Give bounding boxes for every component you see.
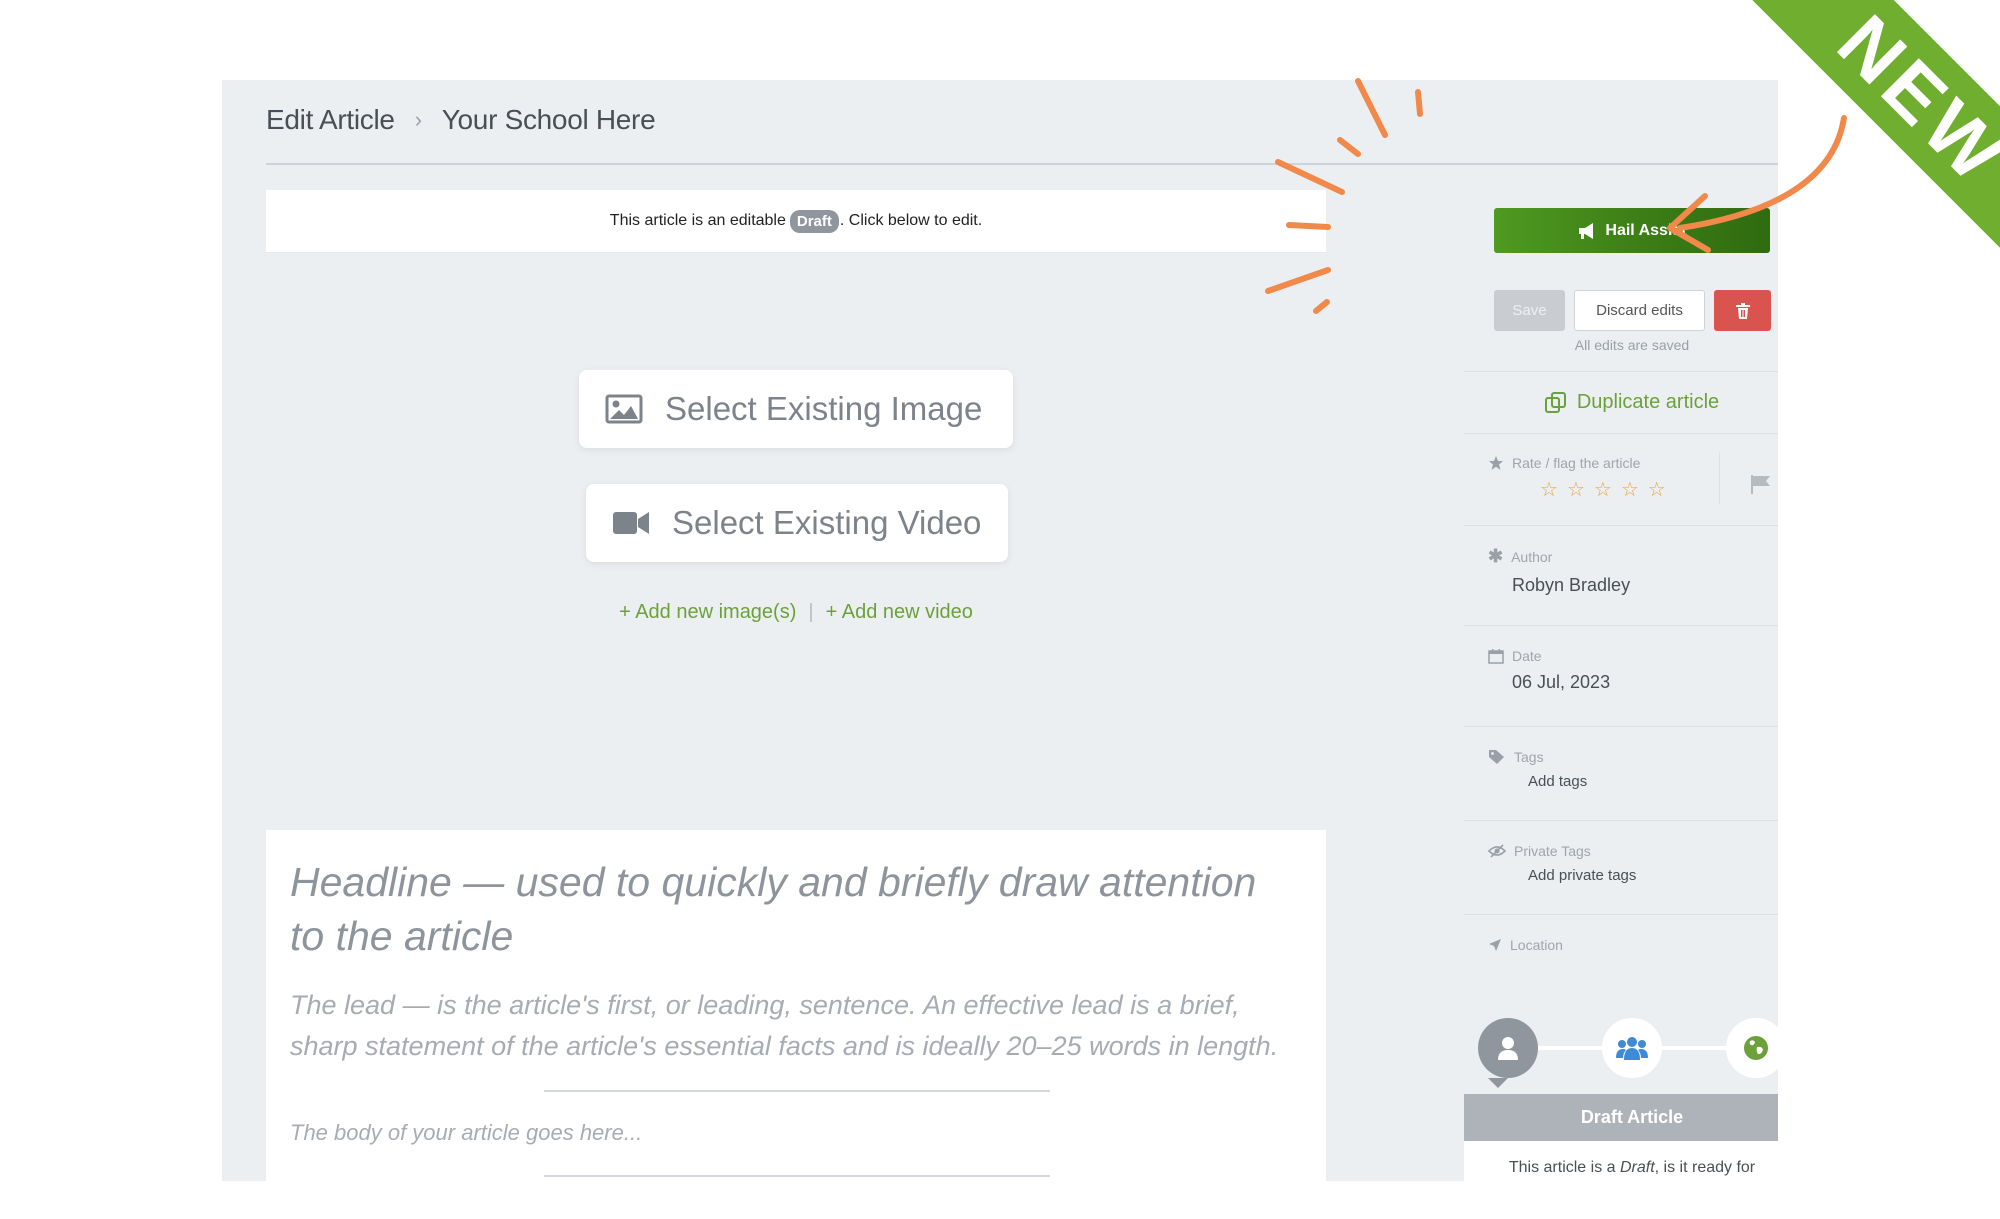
tags-section: Tags Add tags [1464, 726, 1778, 820]
rate-label: Rate / flag the article [1488, 455, 1778, 471]
screenshot-stage: Edit Article › Your School Here This art… [0, 0, 2000, 1219]
body-field[interactable]: The body of your article goes here... [290, 1120, 642, 1146]
private-tags-section: Private Tags Add private tags [1464, 820, 1778, 914]
asterisk-icon: ✱ [1488, 546, 1504, 566]
add-tags-link[interactable]: Add tags [1528, 773, 1778, 790]
author-section: ✱ Author Robyn Bradley [1464, 525, 1778, 625]
duplicate-article-button[interactable]: Duplicate article [1464, 371, 1778, 433]
date-section: Date 06 Jul, 2023 [1464, 625, 1778, 726]
author-label-text: Author [1511, 548, 1553, 565]
private-tags-label-text: Private Tags [1514, 843, 1591, 859]
star-2[interactable]: ☆ [1567, 477, 1585, 502]
select-existing-image-button[interactable]: Select Existing Image [579, 370, 1013, 448]
star-4[interactable]: ☆ [1621, 477, 1639, 502]
workflow-description: This article is a Draft, is it ready for [1464, 1141, 1778, 1181]
rate-flag-section: Rate / flag the article ☆ ☆ ☆ ☆ ☆ [1464, 433, 1778, 525]
edit-actions: Save Discard edits [1494, 290, 1771, 331]
author-label: ✱ Author [1488, 546, 1778, 567]
breadcrumb: Edit Article › Your School Here [266, 100, 656, 140]
workflow-body-emphasis: Draft [1619, 1159, 1655, 1176]
globe-icon [1744, 1036, 1768, 1060]
location-section[interactable]: Location [1464, 914, 1778, 978]
location-label-text: Location [1510, 937, 1563, 953]
duplicate-article-label: Duplicate article [1576, 391, 1720, 413]
duplicate-icon [1544, 391, 1566, 413]
star-3[interactable]: ☆ [1594, 477, 1612, 502]
rate-divider [1719, 452, 1720, 504]
draft-pill: Draft [789, 209, 839, 233]
draft-notice: This article is an editable Draft . Clic… [266, 190, 1326, 253]
trash-icon [1735, 302, 1750, 319]
discard-edits-button[interactable]: Discard edits [1574, 290, 1705, 331]
save-button[interactable]: Save [1494, 290, 1565, 331]
date-label-text: Date [1512, 648, 1542, 664]
select-existing-video-label: Select Existing Video [672, 504, 982, 541]
tags-label-text: Tags [1514, 749, 1544, 765]
megaphone-icon [1579, 222, 1594, 239]
lead-field[interactable]: The lead — is the article's first, or le… [290, 985, 1310, 1067]
workflow-body-prefix: This article is a [1508, 1159, 1620, 1176]
breadcrumb-root[interactable]: Edit Article [266, 104, 395, 136]
date-value[interactable]: 06 Jul, 2023 [1512, 672, 1778, 693]
workflow-title: Draft Article [1464, 1094, 1778, 1141]
delete-button[interactable] [1714, 290, 1771, 331]
star-icon [1489, 456, 1503, 470]
add-new-video-link[interactable]: + Add new video [826, 601, 973, 623]
add-private-tags-link[interactable]: Add private tags [1528, 867, 1778, 884]
video-camera-icon [613, 512, 649, 534]
article-editor: This article is an editable Draft . Clic… [266, 190, 1326, 1181]
calendar-icon [1488, 649, 1504, 664]
breadcrumb-current[interactable]: Your School Here [442, 104, 656, 136]
select-existing-image-label: Select Existing Image [665, 390, 983, 427]
eye-slash-icon [1488, 844, 1506, 858]
group-icon [1616, 1037, 1648, 1060]
hail-assist-button[interactable]: Hail Assist [1494, 208, 1770, 253]
workflow-active-caret [1488, 1078, 1508, 1088]
location-label: Location [1488, 937, 1778, 953]
draft-notice-suffix: . Click below to edit. [839, 212, 983, 229]
person-icon [1498, 1037, 1518, 1060]
location-arrow-icon [1489, 939, 1501, 951]
section-divider [544, 1175, 1050, 1177]
image-icon [605, 394, 643, 424]
hail-assist-label: Hail Assist [1605, 221, 1687, 239]
rate-label-text: Rate / flag the article [1512, 455, 1641, 471]
star-5[interactable]: ☆ [1648, 477, 1666, 502]
flag-icon[interactable] [1750, 474, 1772, 494]
publish-workflow: Draft Article This article is a Draft, i… [1464, 1018, 1778, 1181]
breadcrumb-separator: › [414, 107, 422, 132]
breadcrumb-divider [266, 163, 1778, 165]
tags-icon [1489, 750, 1504, 764]
tags-label: Tags [1488, 749, 1778, 765]
workflow-body-suffix: , is it ready for [1654, 1159, 1756, 1176]
workflow-stage-public[interactable] [1726, 1018, 1778, 1078]
add-media-links: + Add new image(s) | + Add new video [266, 601, 1326, 624]
workflow-stage-draft[interactable] [1478, 1018, 1538, 1078]
article-sidebar: Hail Assist Save Discard edits All edits… [1342, 190, 1778, 1181]
link-divider: | [808, 601, 814, 623]
edit-article-app: Edit Article › Your School Here This art… [222, 80, 1778, 1181]
draft-notice-text: This article is an editable [609, 212, 786, 229]
author-value[interactable]: Robyn Bradley [1512, 575, 1778, 596]
date-label: Date [1488, 648, 1778, 664]
media-area: Select Existing Image Select Existing Vi… [266, 253, 1326, 830]
save-status: All edits are saved [1574, 337, 1690, 353]
select-existing-video-button[interactable]: Select Existing Video [586, 484, 1008, 562]
star-rating[interactable]: ☆ ☆ ☆ ☆ ☆ [1540, 477, 1778, 502]
workflow-stage-group[interactable] [1602, 1018, 1662, 1078]
add-new-image-link[interactable]: + Add new image(s) [619, 601, 796, 623]
section-divider [544, 1090, 1050, 1092]
headline-field[interactable]: Headline — used to quickly and briefly d… [290, 855, 1290, 963]
star-1[interactable]: ☆ [1540, 477, 1558, 502]
private-tags-label: Private Tags [1488, 843, 1778, 859]
